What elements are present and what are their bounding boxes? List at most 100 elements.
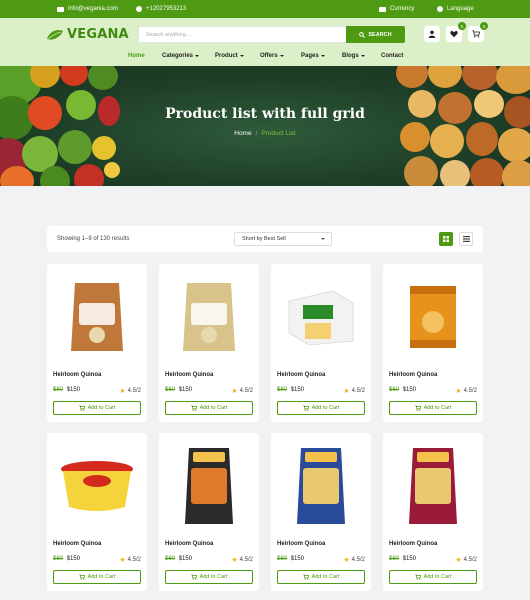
nav-offers[interactable]: Offers [260,49,284,63]
product-name[interactable]: Heirloom Quinoa [53,372,101,378]
old-price: $80 [53,556,64,562]
add-to-cart-button[interactable]: Add to Cart [165,401,253,415]
cart-icon [190,405,197,411]
product-name[interactable]: Heirloom Quinoa [165,372,213,378]
product-price: $60 $150 [165,387,192,393]
search-icon [359,31,366,38]
product-price: $80 $150 [277,387,304,393]
star-icon: ★ [343,557,350,564]
logo-text: VEGANA [67,27,129,42]
product-card[interactable]: Heirloom Quinoa $60 $150 ★ 4.5/2 Add to … [159,433,259,591]
heart-icon [450,30,458,38]
star-icon: ★ [455,557,462,564]
nav-label: Offers [260,53,278,59]
rating-value: 4.5/2 [351,388,365,394]
nav-blogs[interactable]: Blogs [342,49,365,63]
current-price: $150 [402,556,417,562]
wishlist-button[interactable]: 0 [446,22,466,42]
product-card[interactable]: Heirloom Quinoa $80 $150 ★ 4.5/2 Add to … [47,264,147,422]
add-to-cart-button[interactable]: Add to Cart [165,570,253,584]
product-image[interactable] [57,272,137,362]
nav-label: Categories [162,53,194,59]
nav-label: Contact [381,53,404,59]
old-price: $80 [277,556,288,562]
chevron-down-icon [239,55,244,57]
nav-product[interactable]: Product [215,49,244,63]
nav-categories[interactable]: Categories [162,49,200,63]
product-card[interactable]: Heirloom Quinoa $80 $150 ★ 4.5/2 Add to … [47,433,147,591]
breadcrumb-separator: / [255,130,258,137]
leaf-icon [47,29,63,40]
nav-contact[interactable]: Contact [381,49,403,63]
nav-label: Home [128,53,145,59]
product-image[interactable] [281,272,361,362]
product-image[interactable] [393,441,473,531]
product-name[interactable]: Heirloom Quinoa [53,541,101,547]
sort-value: Short by Best Sell [242,236,286,242]
product-name[interactable]: Heirloom Quinoa [389,541,437,547]
results-toolbar: Showing 1–9 of 130 results Short by Best… [47,226,483,252]
cart-icon [302,405,309,411]
wishlist-count-badge: 0 [458,22,466,30]
product-card[interactable]: Heirloom Quinoa $60 $150 ★ 4.5/2 Add to … [383,264,483,422]
product-price: $80 $150 [389,556,416,562]
product-card[interactable]: Heirloom Quinoa $80 $150 ★ 4.5/2 Add to … [271,264,371,422]
add-to-cart-button[interactable]: Add to Cart [277,570,365,584]
list-view-button[interactable] [459,232,473,246]
nav-label: Blogs [342,53,359,59]
nav-home[interactable]: Home [128,49,145,63]
product-card[interactable]: Heirloom Quinoa $80 $150 ★ 4.5/2 Add to … [383,433,483,591]
product-name[interactable]: Heirloom Quinoa [389,372,437,378]
add-to-cart-label: Add to Cart [87,405,116,411]
product-rating: ★ 4.5/2 [343,556,365,564]
product-image[interactable] [169,272,249,362]
add-to-cart-label: Add to Cart [199,405,228,411]
phone-text: +12027953213 [146,6,187,12]
product-price: $80 $150 [277,556,304,562]
product-image[interactable] [57,441,137,531]
add-to-cart-button[interactable]: Add to Cart [53,401,141,415]
globe-icon [437,6,443,12]
search-button[interactable]: SEARCH [346,26,405,43]
product-card[interactable]: Heirloom Quinoa $80 $150 ★ 4.5/2 Add to … [271,433,371,591]
product-image[interactable] [169,441,249,531]
product-name[interactable]: Heirloom Quinoa [165,541,213,547]
product-rating: ★ 4.5/2 [455,556,477,564]
add-to-cart-button[interactable]: Add to Cart [389,401,477,415]
product-rating: ★ 4.5/2 [455,387,477,395]
product-name[interactable]: Heirloom Quinoa [277,541,325,547]
cart-icon [302,574,309,580]
product-name[interactable]: Heirloom Quinoa [277,372,325,378]
add-to-cart-button[interactable]: Add to Cart [53,570,141,584]
rating-value: 4.5/2 [463,557,477,563]
add-to-cart-label: Add to Cart [423,574,452,580]
breadcrumb-home[interactable]: Home [234,130,251,137]
sort-select[interactable]: Short by Best Sell [234,232,332,246]
search-input[interactable]: Search anything.... [138,26,346,43]
old-price: $60 [165,556,176,562]
logo[interactable]: VEGANA [46,27,129,42]
cart-icon [78,405,85,411]
product-image[interactable] [281,441,361,531]
search-placeholder: Search anything.... [146,31,192,38]
language-label: Language [447,6,474,12]
grid-view-button[interactable] [439,232,453,246]
currency-selector[interactable]: Currency [379,0,414,18]
phone-contact[interactable]: +12027953213 [136,0,186,18]
nav-pages[interactable]: Pages [301,49,325,63]
results-count: Showing 1–9 of 130 results [57,236,130,242]
product-image[interactable] [393,272,473,362]
current-price: $150 [66,556,81,562]
cart-icon [414,405,421,411]
email-contact[interactable]: info@vegania.com [57,0,118,18]
product-card[interactable]: Heirloom Quinoa $60 $150 ★ 4.5/2 Add to … [159,264,259,422]
current-price: $150 [402,387,417,393]
cart-button[interactable]: 0 [468,22,488,42]
language-selector[interactable]: Language [437,0,474,18]
add-to-cart-button[interactable]: Add to Cart [389,570,477,584]
chevron-down-icon [320,55,325,57]
add-to-cart-button[interactable]: Add to Cart [277,401,365,415]
product-rating: ★ 4.5/2 [119,387,141,395]
search-button-label: SEARCH [368,31,392,38]
account-button[interactable] [424,26,440,42]
